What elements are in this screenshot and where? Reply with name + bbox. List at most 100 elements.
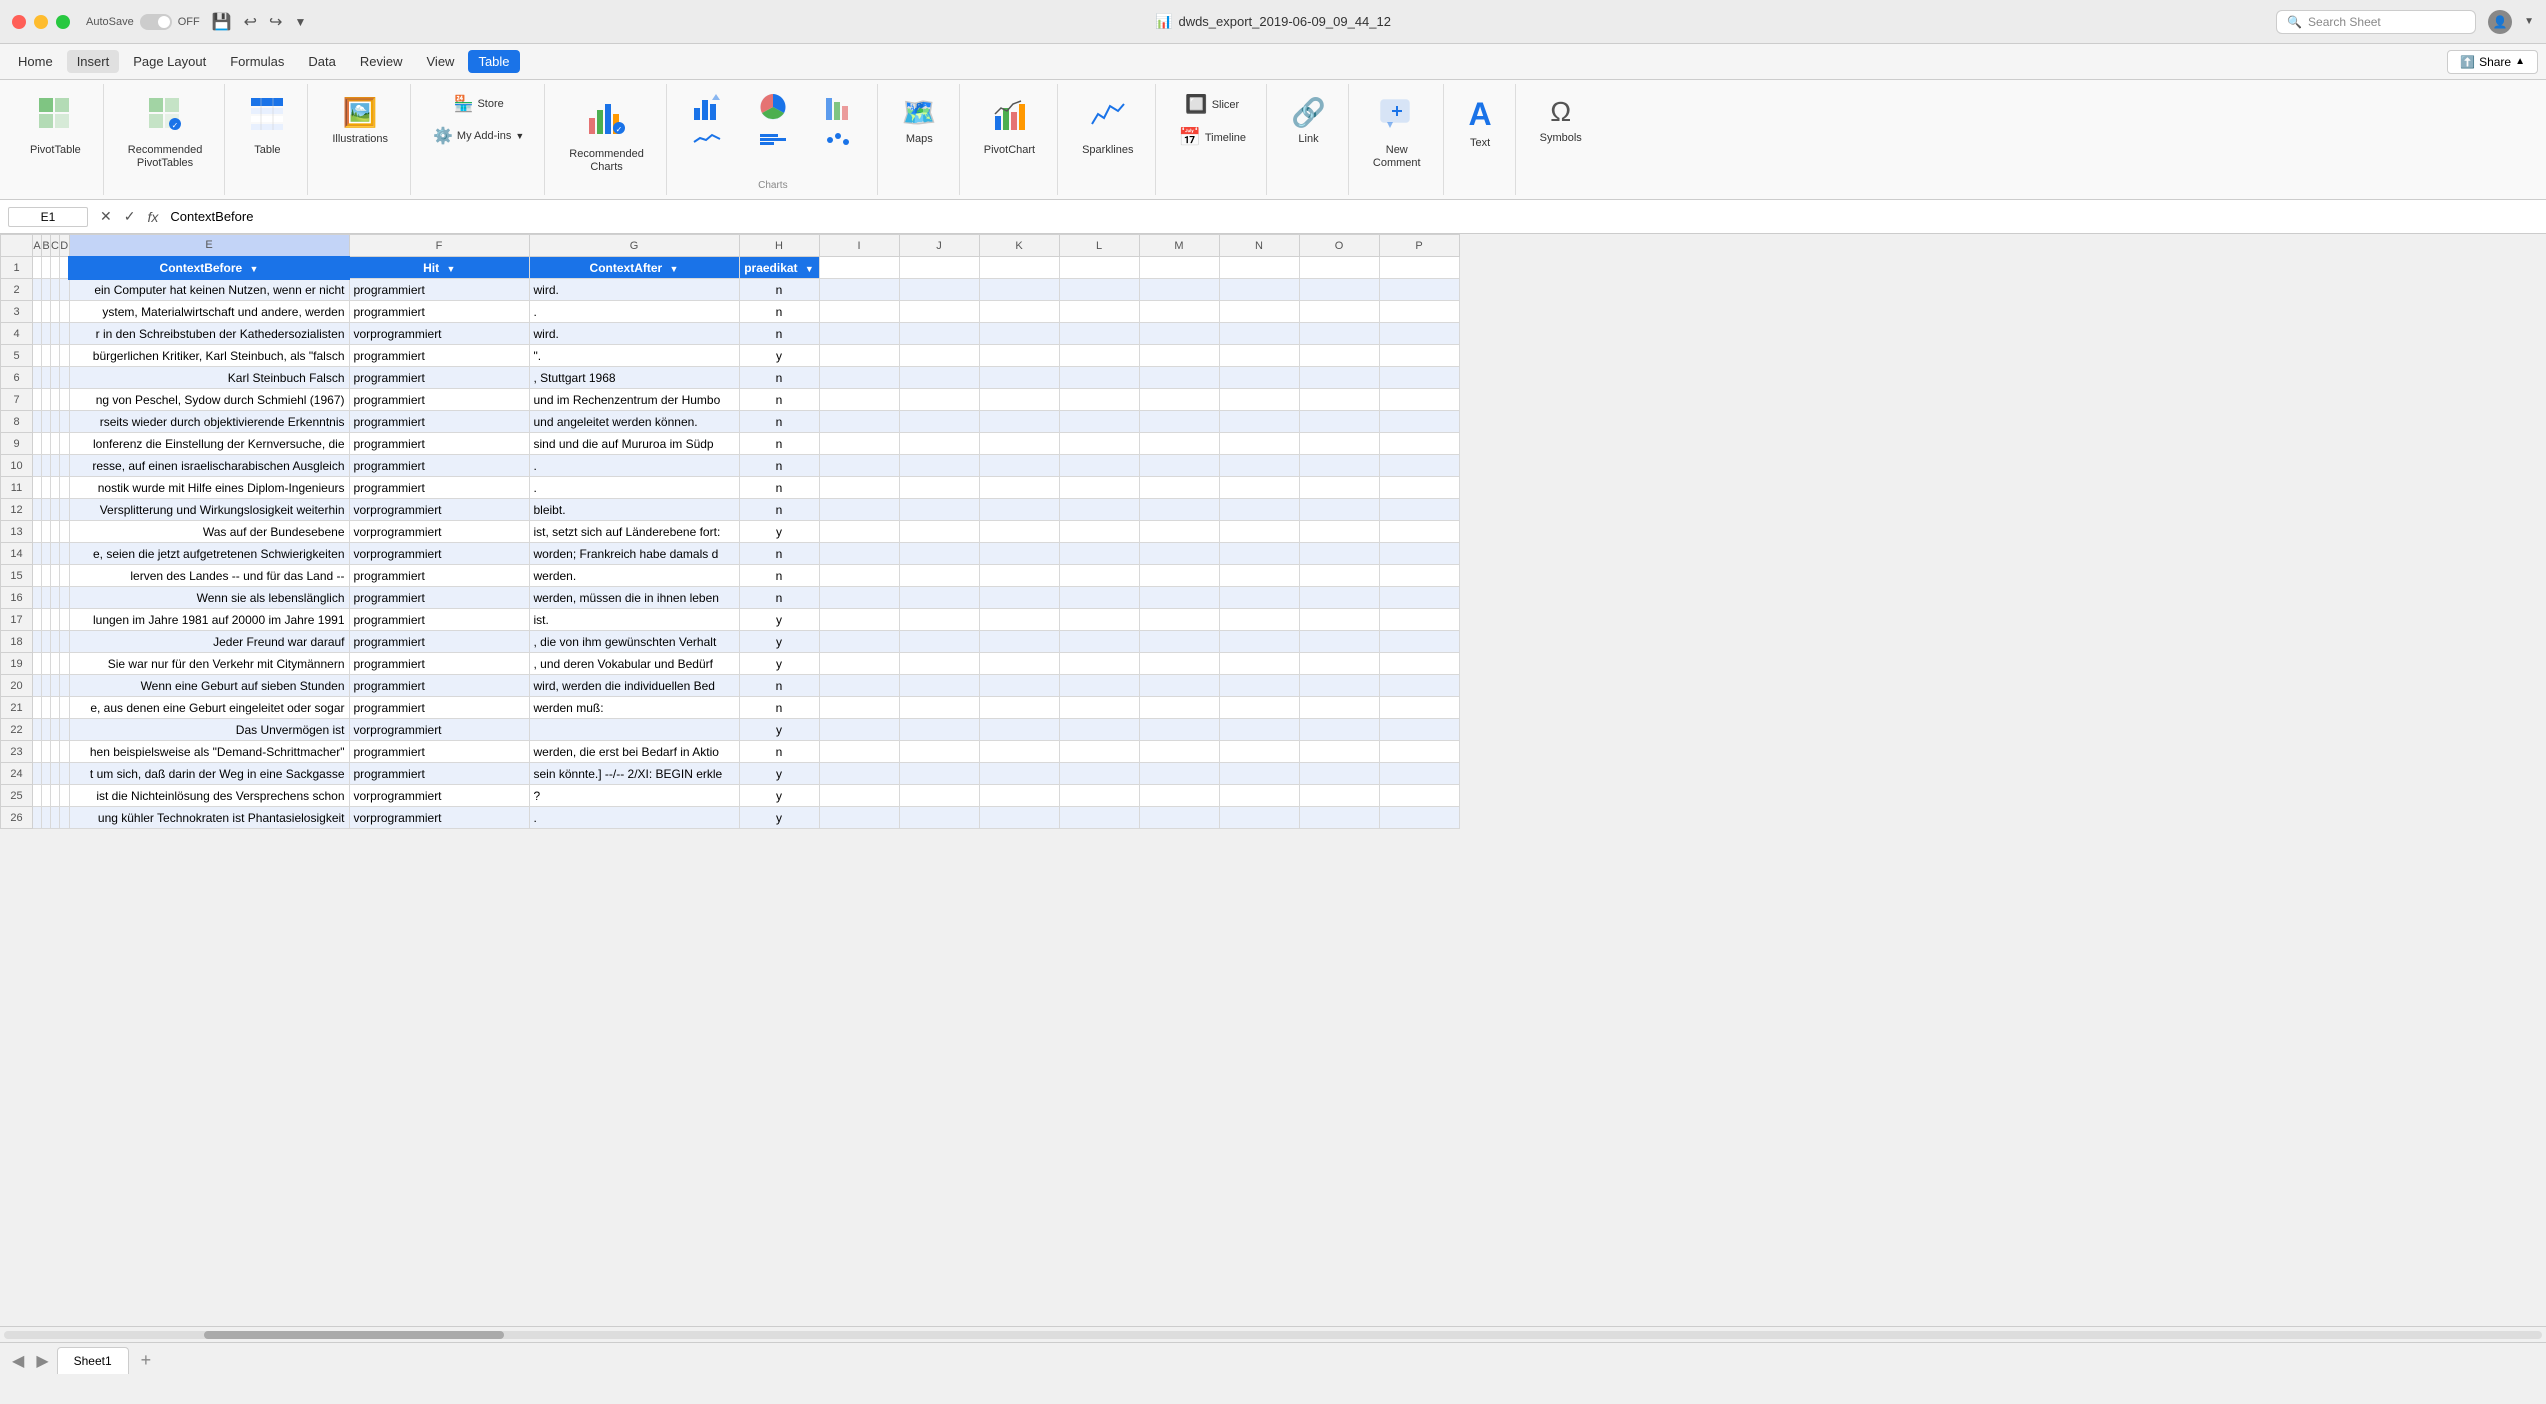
cell-N12[interactable] <box>1219 499 1299 521</box>
cell-K25[interactable] <box>979 785 1059 807</box>
cell-L22[interactable] <box>1059 719 1139 741</box>
cell-P20[interactable] <box>1379 675 1459 697</box>
cell-C24[interactable] <box>51 763 60 785</box>
text-button[interactable]: A Text <box>1459 88 1502 158</box>
cell-E14[interactable]: e, seien die jetzt aufgetretenen Schwier… <box>69 543 349 565</box>
cell-A18[interactable] <box>33 631 42 653</box>
cell-E16[interactable]: Wenn sie als lebenslänglich <box>69 587 349 609</box>
cell-G2[interactable]: wird. <box>529 279 739 301</box>
cell-G12[interactable]: bleibt. <box>529 499 739 521</box>
cell-L18[interactable] <box>1059 631 1139 653</box>
cell-J9[interactable] <box>899 433 979 455</box>
row-number-13[interactable]: 13 <box>1 521 33 543</box>
cell-H12[interactable]: n <box>739 499 819 521</box>
cell-B16[interactable] <box>42 587 51 609</box>
cell-I23[interactable] <box>819 741 899 763</box>
cell-P3[interactable] <box>1379 301 1459 323</box>
cell-I4[interactable] <box>819 323 899 345</box>
cell-M10[interactable] <box>1139 455 1219 477</box>
search-box[interactable]: 🔍 Search Sheet <box>2276 10 2476 34</box>
cell-E11[interactable]: nostik wurde mit Hilfe eines Diplom-Inge… <box>69 477 349 499</box>
cell-B4[interactable] <box>42 323 51 345</box>
cell-O15[interactable] <box>1299 565 1379 587</box>
scatter-chart-button[interactable] <box>809 128 869 150</box>
cell-A4[interactable] <box>33 323 42 345</box>
symbols-button[interactable]: Ω Symbols <box>1530 88 1592 153</box>
cell-L21[interactable] <box>1059 697 1139 719</box>
cell-A10[interactable] <box>33 455 42 477</box>
cell-F26[interactable]: vorprogrammiert <box>349 807 529 829</box>
cell-N18[interactable] <box>1219 631 1299 653</box>
cell-P16[interactable] <box>1379 587 1459 609</box>
cell-K11[interactable] <box>979 477 1059 499</box>
cell-O10[interactable] <box>1299 455 1379 477</box>
cell-H3[interactable]: n <box>739 301 819 323</box>
cell-L8[interactable] <box>1059 411 1139 433</box>
row-number-10[interactable]: 10 <box>1 455 33 477</box>
cell-H5[interactable]: y <box>739 345 819 367</box>
cell-K21[interactable] <box>979 697 1059 719</box>
col-header-B[interactable]: B <box>42 235 51 257</box>
recommended-charts-button[interactable]: ✓ RecommendedCharts <box>559 88 654 182</box>
cell-A23[interactable] <box>33 741 42 763</box>
cell-O16[interactable] <box>1299 587 1379 609</box>
cell-G9[interactable]: sind und die auf Mururoa im Südp <box>529 433 739 455</box>
cell-L11[interactable] <box>1059 477 1139 499</box>
cell-K7[interactable] <box>979 389 1059 411</box>
cell-G13[interactable]: ist, setzt sich auf Länderebene fort: <box>529 521 739 543</box>
col-header-C[interactable]: C <box>51 235 60 257</box>
cell-N26[interactable] <box>1219 807 1299 829</box>
cell-G1[interactable]: ContextAfter ▼ <box>529 257 739 279</box>
cell-F10[interactable]: programmiert <box>349 455 529 477</box>
cell-M7[interactable] <box>1139 389 1219 411</box>
cell-M18[interactable] <box>1139 631 1219 653</box>
cell-C5[interactable] <box>51 345 60 367</box>
sheet-tab-sheet1[interactable]: Sheet1 <box>57 1347 129 1374</box>
cell-M2[interactable] <box>1139 279 1219 301</box>
table-button[interactable]: Table <box>239 88 295 165</box>
cell-C11[interactable] <box>51 477 60 499</box>
cell-O14[interactable] <box>1299 543 1379 565</box>
cell-H16[interactable]: n <box>739 587 819 609</box>
cell-I15[interactable] <box>819 565 899 587</box>
cell-K18[interactable] <box>979 631 1059 653</box>
cell-P15[interactable] <box>1379 565 1459 587</box>
link-button[interactable]: 🔗 Link <box>1281 88 1336 154</box>
cell-D18[interactable] <box>60 631 70 653</box>
cell-B15[interactable] <box>42 565 51 587</box>
cell-I11[interactable] <box>819 477 899 499</box>
confirm-formula-button[interactable]: ✓ <box>120 206 140 227</box>
cell-F11[interactable]: programmiert <box>349 477 529 499</box>
menu-page-layout[interactable]: Page Layout <box>123 50 216 73</box>
cell-O18[interactable] <box>1299 631 1379 653</box>
my-addins-button[interactable]: ⚙️ My Add-ins ▼ <box>425 120 532 152</box>
user-avatar[interactable]: 👤 <box>2488 10 2512 34</box>
cell-F13[interactable]: vorprogrammiert <box>349 521 529 543</box>
cell-J25[interactable] <box>899 785 979 807</box>
cell-C7[interactable] <box>51 389 60 411</box>
undo-icon[interactable]: ↩ <box>244 12 257 32</box>
cell-G24[interactable]: sein könnte.] --/-- 2/XI: BEGIN erkle <box>529 763 739 785</box>
maximize-button[interactable] <box>56 15 70 29</box>
cell-J19[interactable] <box>899 653 979 675</box>
cell-P22[interactable] <box>1379 719 1459 741</box>
minimize-button[interactable] <box>34 15 48 29</box>
cell-D15[interactable] <box>60 565 70 587</box>
cell-G11[interactable]: . <box>529 477 739 499</box>
col-header-K[interactable]: K <box>979 235 1059 257</box>
cell-L25[interactable] <box>1059 785 1139 807</box>
row-number-17[interactable]: 17 <box>1 609 33 631</box>
row-number-12[interactable]: 12 <box>1 499 33 521</box>
cell-K15[interactable] <box>979 565 1059 587</box>
new-comment-button[interactable]: NewComment <box>1363 88 1431 178</box>
cell-J20[interactable] <box>899 675 979 697</box>
cell-O22[interactable] <box>1299 719 1379 741</box>
row-number-11[interactable]: 11 <box>1 477 33 499</box>
cell-F2[interactable]: programmiert <box>349 279 529 301</box>
cell-A5[interactable] <box>33 345 42 367</box>
column-chart-button[interactable] <box>677 88 737 126</box>
cell-N6[interactable] <box>1219 367 1299 389</box>
sparklines-button[interactable]: Sparklines <box>1072 88 1143 165</box>
menu-home[interactable]: Home <box>8 50 63 73</box>
cell-I14[interactable] <box>819 543 899 565</box>
